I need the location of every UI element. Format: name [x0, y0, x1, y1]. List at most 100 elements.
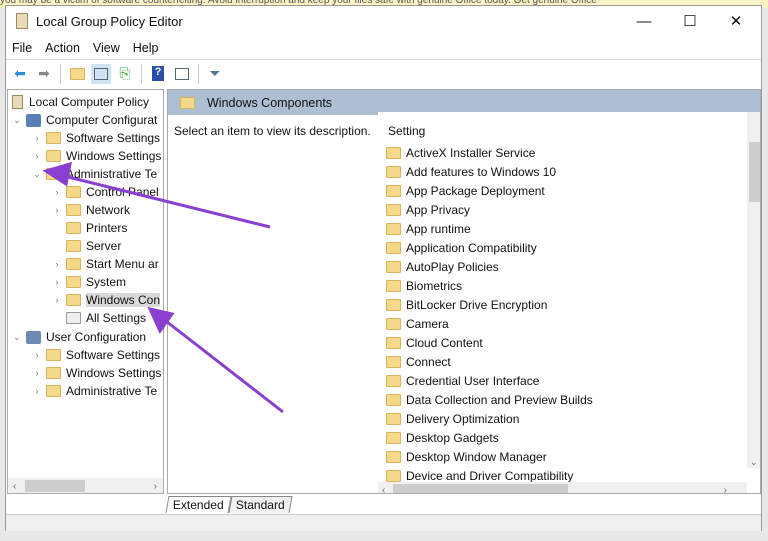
expand-icon[interactable]: ›	[32, 133, 42, 143]
details-pane: Windows Components Select an item to vie…	[167, 89, 761, 494]
filter-icon[interactable]: ⏷	[205, 64, 225, 84]
list-vertical-scrollbar[interactable]: ⌄	[747, 112, 760, 468]
settings-list: Setting ActiveX Installer Service Add fea…	[378, 112, 760, 494]
setting-item[interactable]: AutoPlay Policies	[386, 258, 499, 276]
scroll-right-icon[interactable]: ›	[724, 485, 727, 494]
tree-user-administrative-templates[interactable]: › Administrative Te	[32, 382, 158, 400]
expand-icon[interactable]: ›	[32, 368, 42, 378]
show-hide-tree-icon[interactable]	[91, 63, 111, 84]
console-tree: Local Computer Policy ⌄ Computer Configur…	[7, 89, 164, 494]
status-bar	[6, 514, 761, 531]
setting-item[interactable]: Camera	[386, 315, 449, 333]
folder-icon	[386, 432, 401, 444]
collapse-icon[interactable]: ⌄	[32, 169, 42, 180]
expand-icon[interactable]: ›	[52, 259, 62, 269]
folder-icon	[386, 375, 401, 387]
close-button[interactable]: ✕	[713, 6, 759, 36]
folder-icon	[66, 222, 81, 234]
setting-item[interactable]: Cloud Content	[386, 334, 483, 352]
tree-software-settings[interactable]: › Software Settings	[32, 129, 161, 147]
scrollbar-thumb[interactable]	[393, 484, 568, 493]
setting-item[interactable]: Desktop Window Manager	[386, 448, 547, 466]
tree-network[interactable]: › Network	[52, 201, 131, 219]
expand-icon[interactable]: ›	[52, 277, 62, 287]
setting-item[interactable]: Add features to Windows 10	[386, 163, 556, 181]
help-icon[interactable]: ?	[148, 64, 168, 84]
folder-icon	[46, 132, 61, 144]
menu-action[interactable]: Action	[45, 41, 80, 55]
setting-item[interactable]: Delivery Optimization	[386, 410, 519, 428]
properties-icon[interactable]	[172, 64, 192, 84]
export-list-icon[interactable]: ⎘	[115, 64, 135, 84]
folder-icon	[386, 204, 401, 216]
folder-icon	[386, 166, 401, 178]
menu-view[interactable]: View	[93, 41, 120, 55]
tree-all-settings[interactable]: All Settings	[66, 309, 146, 327]
menu-file[interactable]: File	[12, 41, 32, 55]
toolbar: ⬅ ➡ ⎘ ? ⏷	[6, 59, 761, 87]
expand-icon[interactable]: ›	[52, 295, 62, 305]
scroll-left-icon[interactable]: ‹	[13, 481, 16, 492]
expand-icon[interactable]: ›	[32, 350, 42, 360]
setting-item[interactable]: ActiveX Installer Service	[386, 144, 535, 162]
folder-icon	[66, 204, 81, 216]
expand-icon[interactable]: ›	[32, 151, 42, 161]
setting-item[interactable]: Desktop Gadgets	[386, 429, 499, 447]
scroll-down-icon[interactable]: ⌄	[750, 457, 758, 468]
tree-start-menu[interactable]: › Start Menu ar	[52, 255, 159, 273]
collapse-icon[interactable]: ⌄	[12, 332, 22, 343]
back-arrow-icon[interactable]: ⬅	[10, 64, 30, 84]
minimize-button[interactable]: —	[621, 6, 667, 36]
scroll-right-icon[interactable]: ›	[154, 481, 157, 492]
window-title: Local Group Policy Editor	[36, 13, 183, 29]
folder-icon	[180, 96, 195, 109]
expand-icon[interactable]: ›	[32, 386, 42, 396]
tree-computer-configuration[interactable]: ⌄ Computer Configurat	[12, 111, 157, 129]
setting-item[interactable]: Credential User Interface	[386, 372, 539, 390]
tree-windows-settings[interactable]: › Windows Settings	[32, 147, 162, 165]
tree-server[interactable]: Server	[66, 237, 121, 255]
list-horizontal-scrollbar[interactable]: ‹ ›	[378, 482, 747, 494]
description-text: Select an item to view its description.	[174, 124, 371, 138]
setting-item[interactable]: BitLocker Drive Encryption	[386, 296, 547, 314]
tree-local-computer-policy[interactable]: Local Computer Policy	[12, 93, 149, 111]
forward-arrow-icon[interactable]: ➡	[34, 64, 54, 84]
tree-printers[interactable]: Printers	[66, 219, 127, 237]
policy-icon	[12, 95, 23, 109]
tree-user-configuration[interactable]: ⌄ User Configuration	[12, 328, 146, 346]
folder-icon	[66, 294, 81, 306]
tree-user-software-settings[interactable]: › Software Settings	[32, 346, 161, 364]
folder-icon	[386, 413, 401, 425]
setting-item[interactable]: App Package Deployment	[386, 182, 545, 200]
tree-system[interactable]: › System	[52, 273, 127, 291]
setting-item[interactable]: Connect	[386, 353, 451, 371]
maximize-button[interactable]: ☐	[667, 6, 713, 36]
tab-standard[interactable]: Standard	[228, 496, 292, 513]
setting-item[interactable]: Biometrics	[386, 277, 462, 295]
folder-icon	[386, 299, 401, 311]
tree-windows-components[interactable]: › Windows Con	[52, 291, 161, 309]
folder-icon	[386, 394, 401, 406]
setting-item[interactable]: App Privacy	[386, 201, 470, 219]
column-header-setting[interactable]: Setting	[388, 124, 425, 138]
tree-administrative-templates[interactable]: ⌄ Administrative Te	[32, 165, 157, 183]
up-folder-icon[interactable]	[67, 64, 87, 84]
scrollbar-thumb[interactable]	[749, 142, 760, 202]
menu-help[interactable]: Help	[133, 41, 159, 55]
scrollbar-thumb[interactable]	[25, 480, 85, 492]
policy-editor-icon	[16, 13, 28, 29]
scroll-left-icon[interactable]: ‹	[382, 485, 385, 494]
window: Local Group Policy Editor — ☐ ✕ File Act…	[5, 5, 762, 531]
tab-extended[interactable]: Extended	[165, 496, 232, 513]
folder-icon	[386, 337, 401, 349]
tree-control-panel[interactable]: › Control Panel	[52, 183, 159, 201]
expand-icon[interactable]: ›	[52, 205, 62, 215]
collapse-icon[interactable]: ⌄	[12, 115, 22, 126]
tree-horizontal-scrollbar[interactable]: ‹ ›	[8, 478, 163, 493]
setting-item[interactable]: Data Collection and Preview Builds	[386, 391, 593, 409]
folder-icon	[386, 451, 401, 463]
expand-icon[interactable]: ›	[52, 187, 62, 197]
tree-user-windows-settings[interactable]: › Windows Settings	[32, 364, 162, 382]
setting-item[interactable]: Application Compatibility	[386, 239, 537, 257]
setting-item[interactable]: App runtime	[386, 220, 471, 238]
